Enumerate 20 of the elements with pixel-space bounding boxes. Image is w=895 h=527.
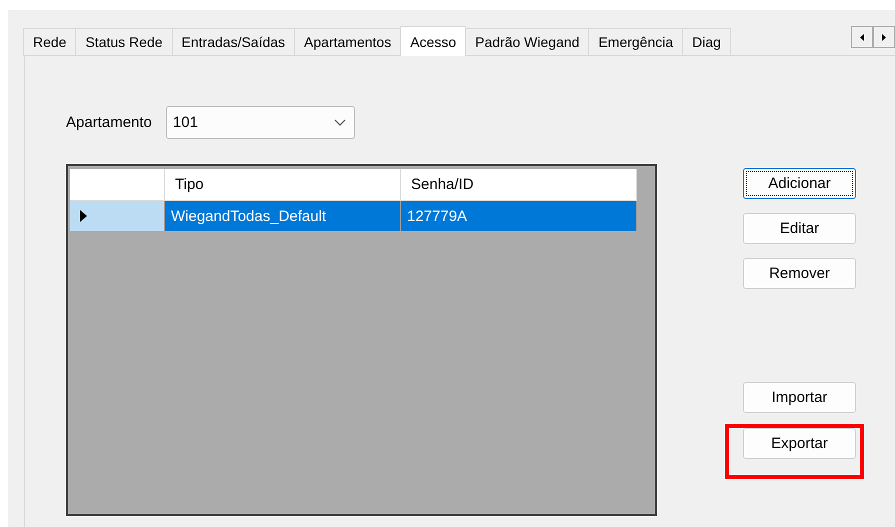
column-header[interactable]: Tipo — [165, 169, 401, 201]
apartment-label: Apartamento — [66, 114, 152, 131]
action-button[interactable]: Remover — [743, 258, 856, 289]
action-button[interactable]: Editar — [743, 213, 856, 244]
scroll-left-button[interactable] — [851, 26, 873, 48]
apartment-dropdown[interactable]: 101 — [166, 106, 355, 139]
action-button[interactable]: Adicionar — [743, 168, 856, 199]
table-cell[interactable]: WiegandTodas_Default — [165, 201, 401, 231]
action-button[interactable]: Exportar — [743, 428, 856, 459]
action-button[interactable]: Importar — [743, 382, 856, 413]
chevron-down-icon — [334, 119, 346, 126]
tab[interactable]: Rede — [23, 28, 76, 56]
tab[interactable]: Acesso — [400, 26, 466, 56]
right-triangle-icon — [882, 34, 886, 40]
current-row-icon — [80, 210, 87, 222]
scroll-right-button[interactable] — [873, 26, 895, 48]
left-triangle-icon — [860, 34, 864, 40]
column-header[interactable]: Senha/ID — [401, 169, 637, 201]
table-cell[interactable]: 127779A — [401, 201, 637, 231]
tab[interactable]: Diag — [682, 28, 731, 56]
